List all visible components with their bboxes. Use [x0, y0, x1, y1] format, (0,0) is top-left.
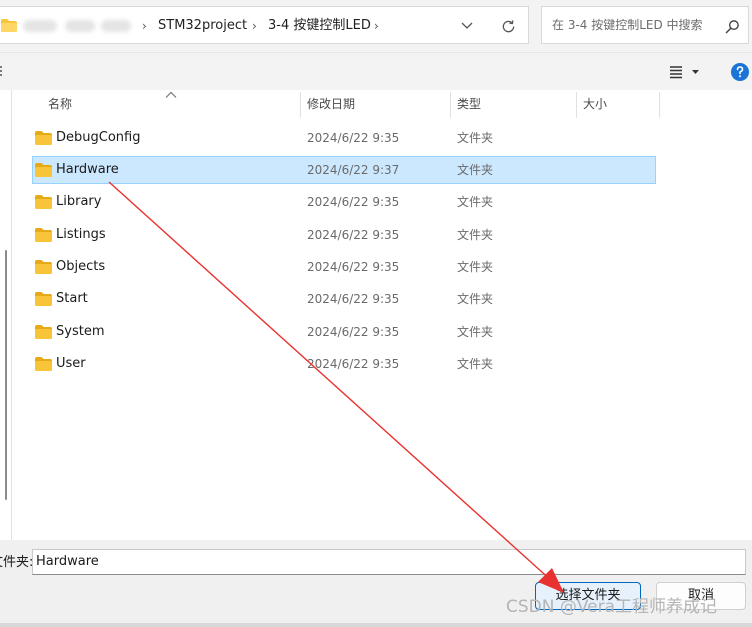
column-divider[interactable]	[659, 92, 660, 118]
sort-up-icon	[165, 88, 177, 98]
file-modified-date: 2024/6/22 9:35	[307, 228, 400, 242]
column-header-type[interactable]: 类型	[457, 92, 481, 116]
list-item[interactable]: Library 2024/6/22 9:35 文件夹	[32, 188, 656, 216]
file-name: User	[56, 356, 86, 371]
redacted-path-segment	[65, 20, 95, 32]
folder-icon	[35, 325, 52, 339]
breadcrumb-stm32project[interactable]: STM32project	[158, 7, 247, 45]
folder-field-label-text: 文件夹:	[0, 555, 34, 570]
file-modified-date: 2024/6/22 9:37	[307, 163, 400, 177]
folder-icon	[35, 260, 52, 274]
folder-icon	[35, 163, 52, 177]
redacted-path-segment	[23, 20, 57, 32]
file-name: Start	[56, 291, 88, 306]
view-options-icon[interactable]	[664, 61, 704, 83]
chevron-down-icon[interactable]	[457, 16, 477, 36]
list-item[interactable]: Start 2024/6/22 9:35 文件夹	[32, 285, 656, 313]
search-input[interactable]: 在 3-4 按键控制LED 中搜索	[552, 7, 703, 43]
file-type: 文件夹	[457, 292, 494, 306]
file-modified-date: 2024/6/22 9:35	[307, 260, 400, 274]
list-item[interactable]: Listings 2024/6/22 9:35 文件夹	[32, 221, 656, 249]
column-header-name[interactable]: 名称	[48, 92, 72, 116]
file-modified-date: 2024/6/22 9:35	[307, 325, 400, 339]
breadcrumb-separator-icon[interactable]: ›	[142, 7, 147, 45]
file-name: System	[56, 324, 105, 339]
file-name: Hardware	[56, 162, 119, 177]
breadcrumb-current-folder[interactable]: 3-4 按键控制LED	[268, 7, 371, 45]
list-item[interactable]: DebugConfig 2024/6/22 9:35 文件夹	[32, 124, 656, 152]
list-item[interactable]: User 2024/6/22 9:35 文件夹	[32, 350, 656, 378]
file-name: Library	[56, 194, 102, 209]
folder-icon	[35, 195, 52, 209]
help-icon[interactable]	[731, 63, 749, 81]
file-type: 文件夹	[457, 131, 494, 145]
window-bottom-edge	[0, 623, 752, 627]
file-type: 文件夹	[457, 260, 494, 274]
overflow-edge-icon	[0, 65, 4, 77]
address-bar[interactable]: › STM32project › 3-4 按键控制LED ›	[0, 6, 529, 44]
breadcrumb-separator-icon[interactable]: ›	[374, 7, 379, 45]
folder-icon	[35, 357, 52, 371]
file-modified-date: 2024/6/22 9:35	[307, 292, 400, 306]
folder-name-input[interactable]: Hardware	[32, 549, 746, 575]
file-name: Objects	[56, 259, 106, 274]
file-type: 文件夹	[457, 357, 494, 371]
breadcrumb-separator-icon[interactable]: ›	[252, 7, 257, 45]
folder-field-label: 文件夹:	[0, 555, 33, 571]
file-type: 文件夹	[457, 195, 494, 209]
watermark: CSDN @Vera工程师养成记	[506, 597, 718, 617]
file-name: DebugConfig	[56, 130, 141, 145]
column-header-size[interactable]: 大小	[583, 92, 607, 116]
navigation-pane-scrollbar[interactable]	[5, 250, 7, 500]
search-box[interactable]: 在 3-4 按键控制LED 中搜索	[541, 6, 749, 44]
list-item[interactable]: Objects 2024/6/22 9:35 文件夹	[32, 253, 656, 281]
folder-icon	[35, 131, 52, 145]
column-divider[interactable]	[576, 92, 577, 118]
search-icon[interactable]	[722, 16, 742, 36]
address-toolbar: › STM32project › 3-4 按键控制LED › 在 3-4 按键控…	[0, 0, 752, 52]
file-type: 文件夹	[457, 228, 494, 242]
column-divider[interactable]	[300, 92, 301, 118]
column-divider[interactable]	[450, 92, 451, 118]
command-bar	[0, 52, 752, 90]
refresh-icon[interactable]	[497, 16, 519, 36]
file-modified-date: 2024/6/22 9:35	[307, 195, 400, 209]
list-item[interactable]: System 2024/6/22 9:35 文件夹	[32, 318, 656, 346]
list-item-selected[interactable]: Hardware 2024/6/22 9:37 文件夹	[32, 156, 656, 184]
file-type: 文件夹	[457, 325, 494, 339]
file-modified-date: 2024/6/22 9:35	[307, 357, 400, 371]
file-modified-date: 2024/6/22 9:35	[307, 131, 400, 145]
folder-icon	[1, 19, 17, 32]
file-type: 文件夹	[457, 163, 494, 177]
redacted-path-segment	[101, 20, 131, 32]
folder-icon	[35, 292, 52, 306]
file-name: Listings	[56, 227, 106, 242]
folder-icon	[35, 228, 52, 242]
column-header-date[interactable]: 修改日期	[307, 92, 355, 116]
